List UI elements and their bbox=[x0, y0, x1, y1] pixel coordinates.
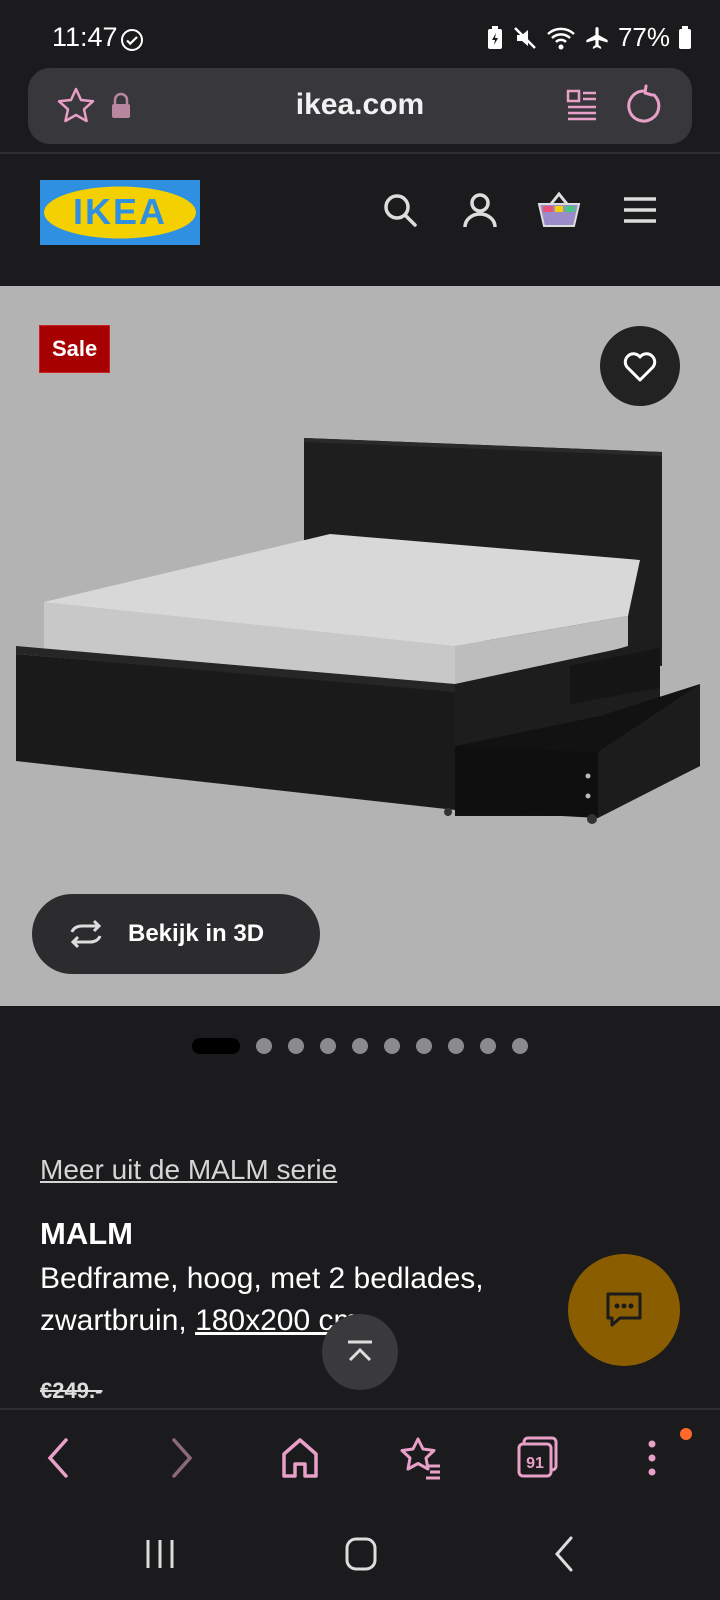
heart-icon bbox=[623, 352, 657, 382]
carousel-dot[interactable] bbox=[512, 1038, 528, 1054]
check-circle-icon bbox=[121, 29, 143, 51]
site-header: IKEA bbox=[0, 154, 720, 286]
reader-mode-icon[interactable] bbox=[565, 88, 599, 122]
home-icon[interactable] bbox=[280, 1436, 320, 1480]
carousel-dot[interactable] bbox=[448, 1038, 464, 1054]
recents-icon[interactable] bbox=[144, 1534, 176, 1574]
carousel-dot[interactable] bbox=[288, 1038, 304, 1054]
account-icon[interactable] bbox=[460, 190, 500, 230]
battery-icon bbox=[679, 25, 691, 49]
chat-button[interactable] bbox=[568, 1254, 680, 1366]
series-link[interactable]: Meer uit de MALM serie bbox=[40, 1154, 337, 1186]
scroll-top-icon bbox=[348, 1340, 372, 1362]
old-price: €249.- bbox=[40, 1378, 103, 1403]
sale-badge: Sale bbox=[40, 326, 110, 372]
tabs-icon[interactable]: 91 bbox=[516, 1436, 560, 1480]
reload-icon[interactable] bbox=[624, 84, 664, 126]
product-image-carousel[interactable]: Sale Bekijk in 3D bbox=[0, 286, 720, 1006]
system-back-icon[interactable] bbox=[552, 1534, 576, 1574]
mute-icon bbox=[514, 26, 536, 49]
status-icons: 77% bbox=[486, 22, 692, 53]
wifi-icon bbox=[547, 27, 575, 49]
ikea-logo[interactable]: IKEA bbox=[40, 180, 200, 245]
airplane-icon bbox=[586, 26, 608, 49]
forward-icon[interactable] bbox=[168, 1436, 196, 1480]
search-icon[interactable] bbox=[380, 190, 420, 230]
carousel-dot[interactable] bbox=[320, 1038, 336, 1054]
carousel-indicator[interactable] bbox=[0, 1036, 720, 1056]
carousel-dot[interactable] bbox=[192, 1038, 240, 1054]
carousel-dot[interactable] bbox=[384, 1038, 400, 1054]
address-bar[interactable]: ikea.com bbox=[28, 68, 692, 144]
carousel-dot[interactable] bbox=[416, 1038, 432, 1054]
rotate-3d-icon bbox=[70, 919, 102, 949]
status-bar: 11:47 77% bbox=[0, 0, 720, 64]
svg-text:IKEA: IKEA bbox=[73, 191, 167, 232]
battery-percent: 77% bbox=[617, 22, 670, 52]
product-description: Bedframe, hoog, met 2 bedlades, zwartbru… bbox=[40, 1258, 560, 1342]
view-3d-label: Bekijk in 3D bbox=[128, 920, 265, 947]
battery-saver-icon bbox=[487, 25, 502, 49]
home-button-icon[interactable] bbox=[344, 1534, 378, 1574]
bookmarks-icon[interactable] bbox=[398, 1436, 442, 1480]
system-navigation-bar bbox=[0, 1512, 720, 1600]
browser-bottom-bar: 91 bbox=[0, 1408, 720, 1512]
carousel-dot[interactable] bbox=[352, 1038, 368, 1054]
back-icon[interactable] bbox=[44, 1436, 72, 1480]
tab-count: 91 bbox=[526, 1455, 544, 1472]
menu-icon[interactable] bbox=[620, 190, 660, 230]
favorite-button[interactable] bbox=[600, 326, 680, 406]
scroll-to-top-button[interactable] bbox=[322, 1314, 398, 1390]
bed-product-image bbox=[16, 438, 700, 824]
status-time: 11:47 bbox=[52, 22, 118, 52]
carousel-dot[interactable] bbox=[256, 1038, 272, 1054]
notification-dot bbox=[680, 1428, 692, 1440]
basket-icon[interactable] bbox=[537, 190, 581, 230]
view-3d-button[interactable]: Bekijk in 3D bbox=[32, 894, 320, 974]
carousel-dot[interactable] bbox=[480, 1038, 496, 1054]
more-icon[interactable] bbox=[646, 1436, 658, 1480]
product-name: MALM bbox=[40, 1216, 133, 1251]
chat-icon bbox=[606, 1292, 642, 1327]
